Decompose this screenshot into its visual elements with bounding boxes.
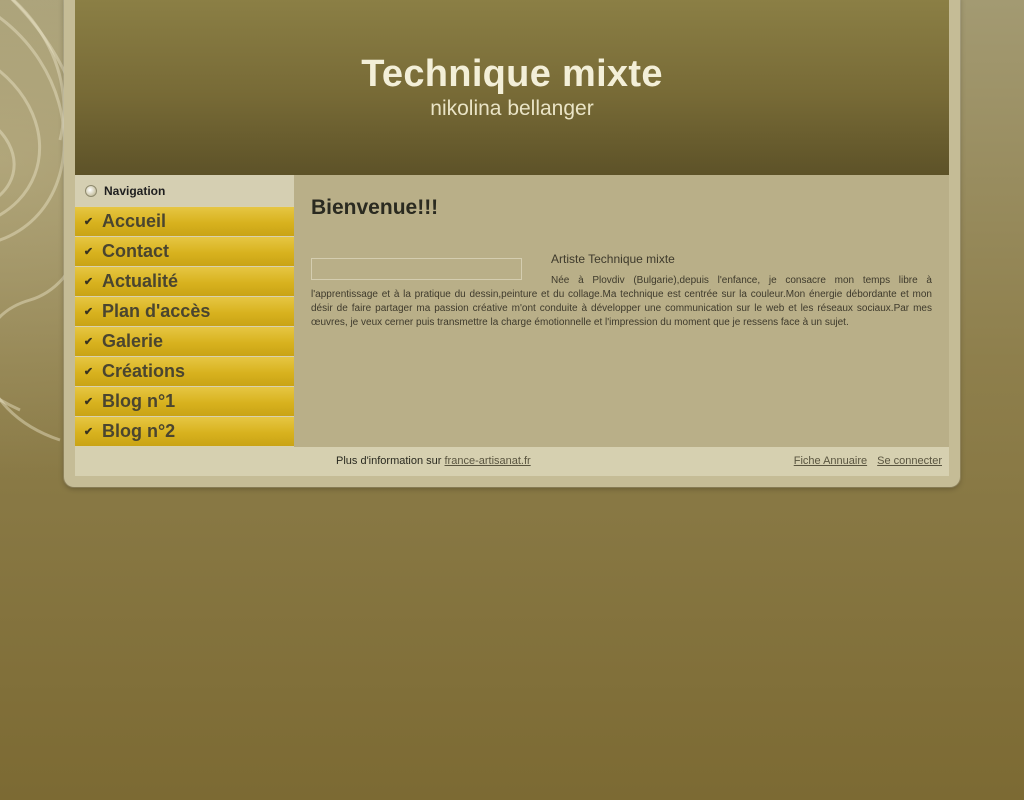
page-title: Bienvenue!!! xyxy=(311,196,439,219)
sidebar-item-accueil[interactable]: ✔ Accueil xyxy=(75,207,294,236)
site-title: Technique mixte xyxy=(361,53,663,95)
sidebar-item-creations[interactable]: ✔ Créations xyxy=(75,357,294,386)
site-footer: Plus d'information sur france-artisanat.… xyxy=(75,447,949,476)
fiche-annuaire-link[interactable]: Fiche Annuaire xyxy=(794,455,867,467)
sidebar-item-label: Blog n°2 xyxy=(102,421,176,441)
intro-title: Artiste Technique mixte xyxy=(551,252,675,266)
bullet-icon xyxy=(85,184,97,197)
sidebar-item-label: Créations xyxy=(102,361,186,381)
login-link[interactable]: Se connecter xyxy=(877,455,942,467)
sidebar-item-contact[interactable]: ✔ Contact xyxy=(75,237,294,266)
checkmark-icon: ✔ xyxy=(83,426,94,438)
intro-text: Née à Plovdiv (Bulgarie),depuis l'enfanc… xyxy=(311,275,932,328)
sidebar-item-label: Contact xyxy=(102,241,169,261)
sidebar-item-galerie[interactable]: ✔ Galerie xyxy=(75,327,294,356)
checkmark-icon: ✔ xyxy=(83,366,94,378)
checkmark-icon: ✔ xyxy=(83,396,94,408)
checkmark-icon: ✔ xyxy=(83,216,94,228)
checkmark-icon: ✔ xyxy=(83,306,94,318)
sidebar-item-label: Accueil xyxy=(102,211,167,231)
sidebar-item-label: Galerie xyxy=(102,331,164,351)
sidebar-item-blog-2[interactable]: ✔ Blog n°2 xyxy=(75,417,294,446)
sidebar-item-actualite[interactable]: ✔ Actualité xyxy=(75,267,294,296)
footer-links: Fiche Annuaire Se connecter xyxy=(787,455,942,467)
france-artisanat-link[interactable]: france-artisanat.fr xyxy=(445,455,531,467)
checkmark-icon: ✔ xyxy=(83,276,94,288)
sidebar-item-label: Actualité xyxy=(102,271,179,291)
footer-info: Plus d'information sur france-artisanat.… xyxy=(336,455,531,467)
site-subtitle: nikolina bellanger xyxy=(430,97,594,120)
navigation-heading-label: Navigation xyxy=(104,183,166,198)
sidebar-item-label: Blog n°1 xyxy=(102,391,176,411)
navigation-heading: Navigation xyxy=(75,175,294,206)
site-header: Technique mixte nikolina bellanger xyxy=(75,0,949,175)
sidebar-item-blog-1[interactable]: ✔ Blog n°1 xyxy=(75,387,294,416)
main-content: Bienvenue!!! Artiste Technique mixte Née… xyxy=(294,175,949,447)
sidebar-item-plan-acces[interactable]: ✔ Plan d'accès xyxy=(75,297,294,326)
nav-list: ✔ Accueil ✔ Contact ✔ Actualité ✔ Plan d… xyxy=(75,207,294,447)
checkmark-icon: ✔ xyxy=(83,246,94,258)
sidebar-item-label: Plan d'accès xyxy=(102,301,211,321)
checkmark-icon: ✔ xyxy=(83,336,94,348)
sidebar: Navigation ✔ Accueil ✔ Contact ✔ Actuali… xyxy=(75,175,294,447)
footer-info-prefix: Plus d'information sur xyxy=(336,455,442,467)
